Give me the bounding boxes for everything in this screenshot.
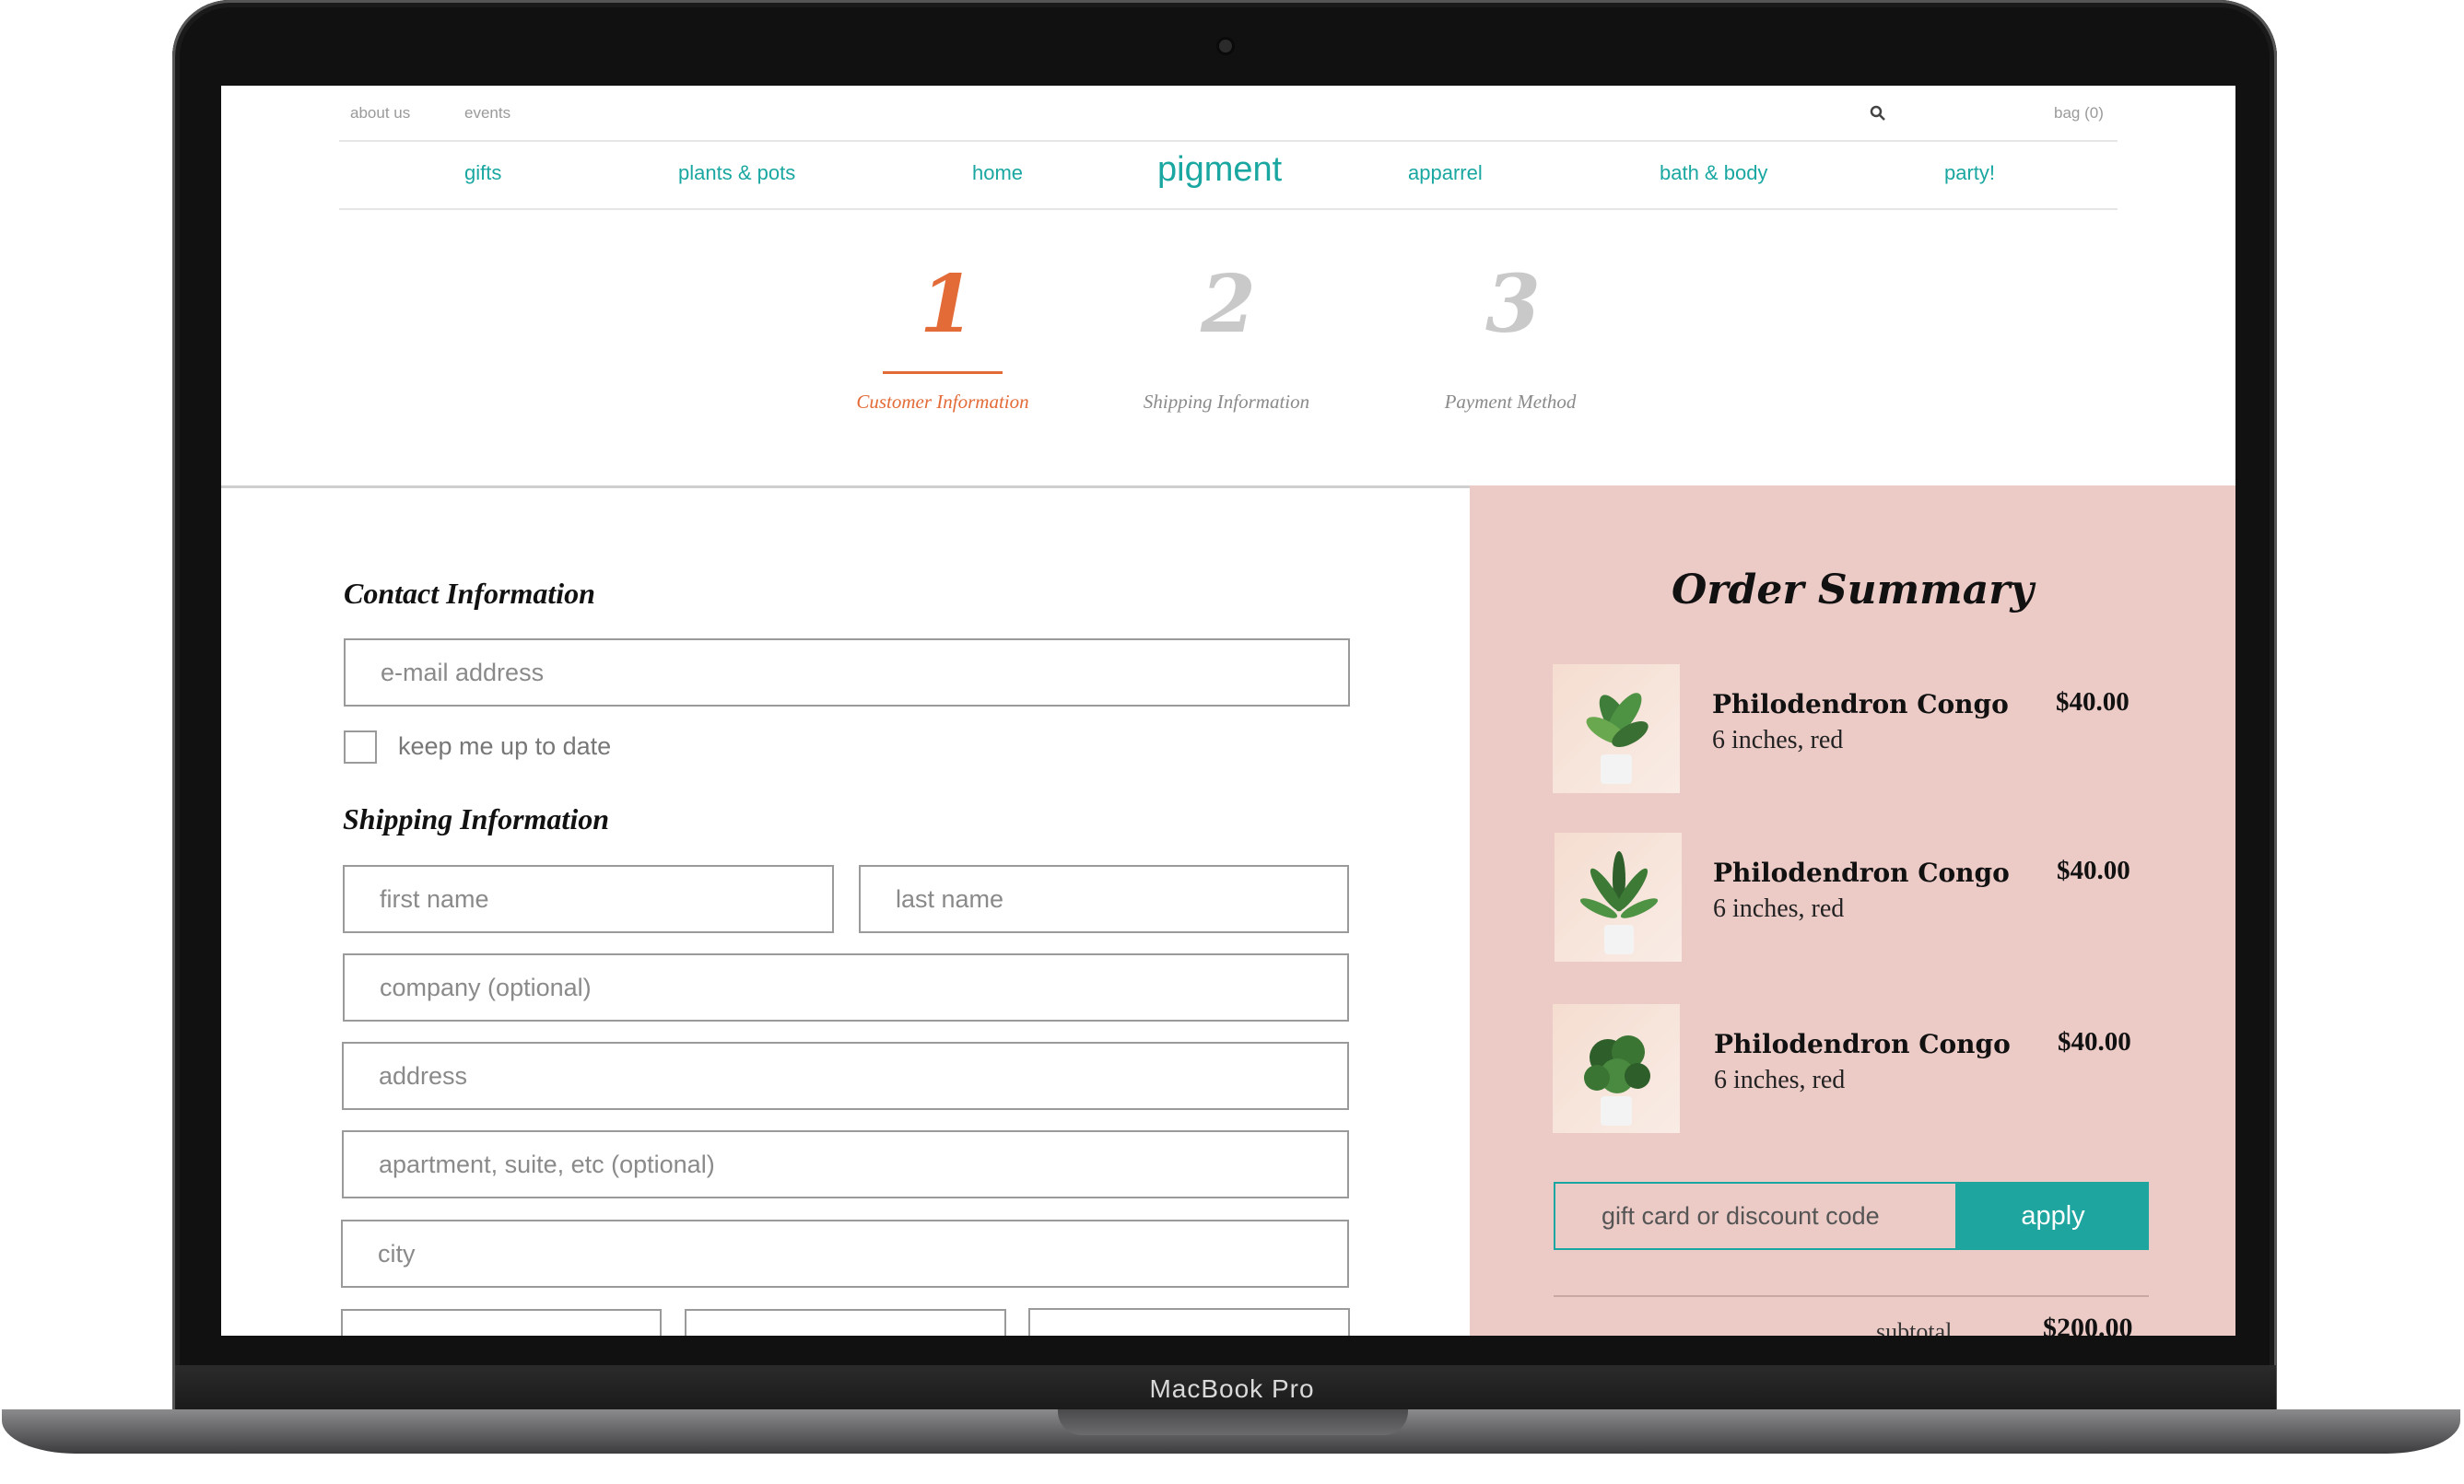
step-1-number[interactable]: 1 <box>920 265 975 345</box>
step-2-label[interactable]: Shipping Information <box>1107 391 1346 414</box>
contact-title: Contact Information <box>344 577 595 610</box>
nav-divider-bottom <box>339 208 2118 210</box>
step-2-number[interactable]: 2 <box>1201 265 1256 345</box>
country-field[interactable] <box>341 1309 662 1336</box>
product-image[interactable] <box>1553 1004 1680 1133</box>
product-image[interactable] <box>1553 664 1680 793</box>
newsletter-label: keep me up to date <box>398 732 612 760</box>
bag-link[interactable]: bag (0) <box>2054 104 2104 123</box>
zip-field[interactable] <box>1028 1308 1350 1336</box>
item-variant: 6 inches, red <box>1714 1066 1846 1094</box>
product-image[interactable] <box>1555 833 1682 962</box>
state-field[interactable] <box>685 1309 1006 1336</box>
nav-about-us[interactable]: about us <box>350 104 410 123</box>
device-label: MacBook Pro <box>1149 1374 1315 1403</box>
step-1-label[interactable]: Customer Information <box>823 391 1062 414</box>
step-3-number[interactable]: 3 <box>1485 265 1541 345</box>
order-summary-title: Order Summary <box>1672 567 2034 613</box>
item-name: Philodendron Congo <box>1713 858 2010 888</box>
item-price: $40.00 <box>2058 1027 2131 1057</box>
camera-icon <box>1219 40 1232 53</box>
city-field[interactable] <box>341 1220 1349 1288</box>
content-divider <box>221 485 1470 488</box>
nav-plants-pots[interactable]: plants & pots <box>678 161 795 185</box>
first-name-field[interactable] <box>343 865 834 933</box>
subtotal-value: $200.00 <box>2043 1313 2133 1336</box>
newsletter-checkbox[interactable] <box>344 730 377 764</box>
nav-apparrel[interactable]: apparrel <box>1408 161 1483 185</box>
apartment-field[interactable] <box>342 1130 1349 1198</box>
active-step-indicator <box>883 371 1003 374</box>
laptop-notch <box>1058 1409 1408 1435</box>
email-field[interactable] <box>344 638 1350 707</box>
item-variant: 6 inches, red <box>1712 726 1844 754</box>
item-price: $40.00 <box>2057 856 2130 885</box>
nav-divider <box>339 140 2118 142</box>
nav-gifts[interactable]: gifts <box>464 161 501 185</box>
subtotal-label: subtotal <box>1876 1318 1953 1336</box>
company-field[interactable] <box>343 953 1349 1022</box>
screen: about us events bag (0) gifts plants & p… <box>221 86 2235 1336</box>
step-3-label[interactable]: Payment Method <box>1390 391 1630 414</box>
item-name: Philodendron Congo <box>1714 1029 2011 1059</box>
nav-home[interactable]: home <box>972 161 1023 185</box>
item-price: $40.00 <box>2056 687 2130 717</box>
nav-bath-body[interactable]: bath & body <box>1660 161 1767 185</box>
item-variant: 6 inches, red <box>1713 894 1845 923</box>
address-field[interactable] <box>342 1042 1349 1110</box>
nav-party[interactable]: party! <box>1944 161 1995 185</box>
last-name-field[interactable] <box>859 865 1349 933</box>
search-icon[interactable] <box>1870 105 1886 122</box>
logo[interactable]: pigment <box>1157 150 1282 190</box>
item-name: Philodendron Congo <box>1712 689 2009 719</box>
nav-events[interactable]: events <box>464 104 510 123</box>
apply-button[interactable]: apply <box>1957 1182 2149 1250</box>
shipping-title: Shipping Information <box>343 802 609 835</box>
discount-code-field[interactable] <box>1554 1182 1957 1250</box>
summary-divider <box>1554 1295 2149 1297</box>
